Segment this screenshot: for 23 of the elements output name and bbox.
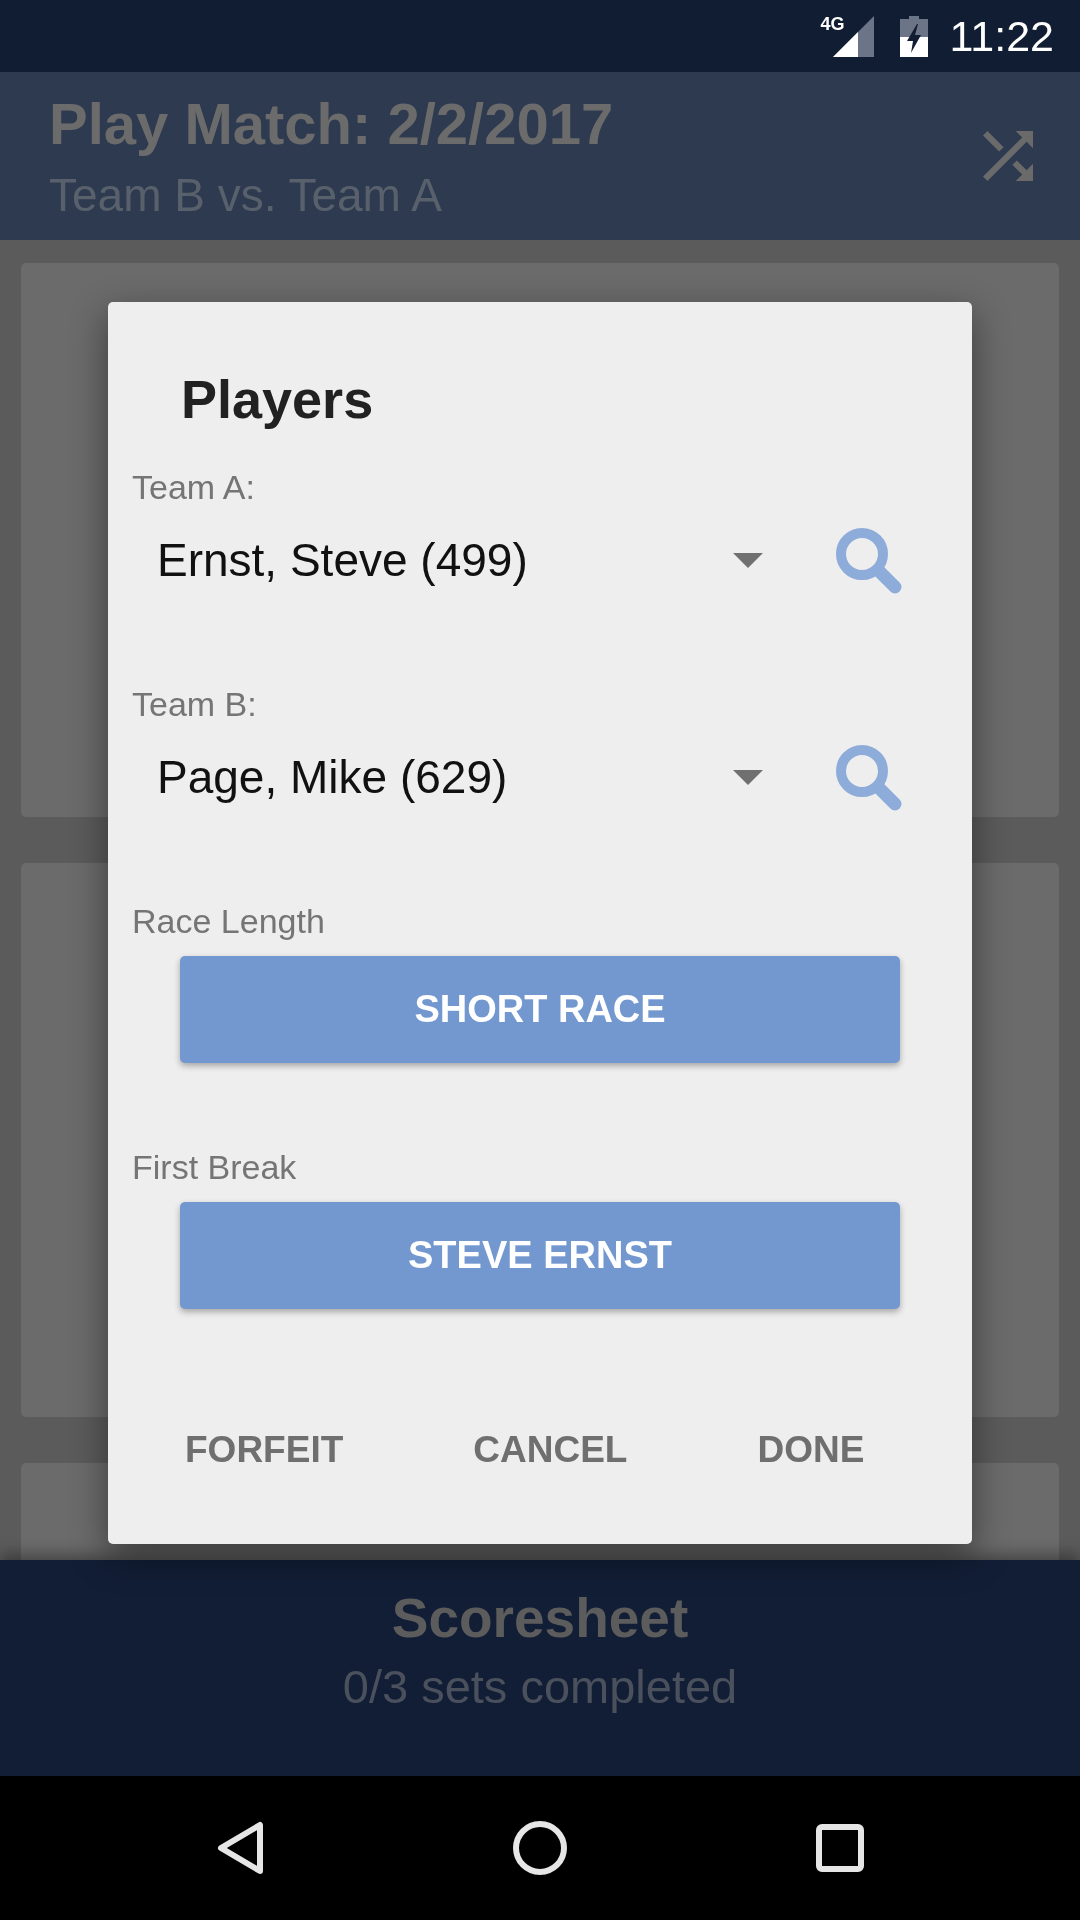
dialog-title: Players bbox=[181, 369, 374, 429]
caret-icon bbox=[733, 552, 763, 568]
player-dropdown[interactable]: Page, Mike (629) bbox=[132, 745, 763, 809]
option-button[interactable]: SHORT RACE bbox=[180, 956, 900, 1063]
dialog-action-button[interactable]: DONE bbox=[741, 1400, 881, 1500]
network-type-label: 4G bbox=[820, 14, 845, 34]
scoresheet-title: Scoresheet bbox=[391, 1586, 689, 1650]
home-icon[interactable] bbox=[512, 1821, 567, 1875]
caret-icon bbox=[733, 769, 763, 785]
back-icon[interactable] bbox=[216, 1821, 264, 1875]
option-button[interactable]: STEVE ERNST bbox=[180, 1202, 900, 1309]
recents-icon[interactable] bbox=[815, 1824, 864, 1872]
field-label: Team B: bbox=[132, 684, 257, 724]
clock-time: 11:22 bbox=[949, 11, 1054, 61]
dialog-action-button[interactable]: CANCEL bbox=[457, 1400, 644, 1500]
player-dropdown[interactable]: Ernst, Steve (499) bbox=[132, 528, 763, 592]
field-label: Team A: bbox=[132, 467, 255, 507]
dialog-action-button[interactable]: FORFEIT bbox=[169, 1400, 360, 1500]
sets-progress-text: 0/3 sets completed bbox=[342, 1659, 738, 1715]
field-label: First Break bbox=[132, 1147, 297, 1187]
screen-title: Play Match: 2/2/2017 bbox=[49, 91, 614, 156]
field-label: Race Length bbox=[132, 901, 325, 941]
battery-charging-icon bbox=[899, 15, 928, 57]
